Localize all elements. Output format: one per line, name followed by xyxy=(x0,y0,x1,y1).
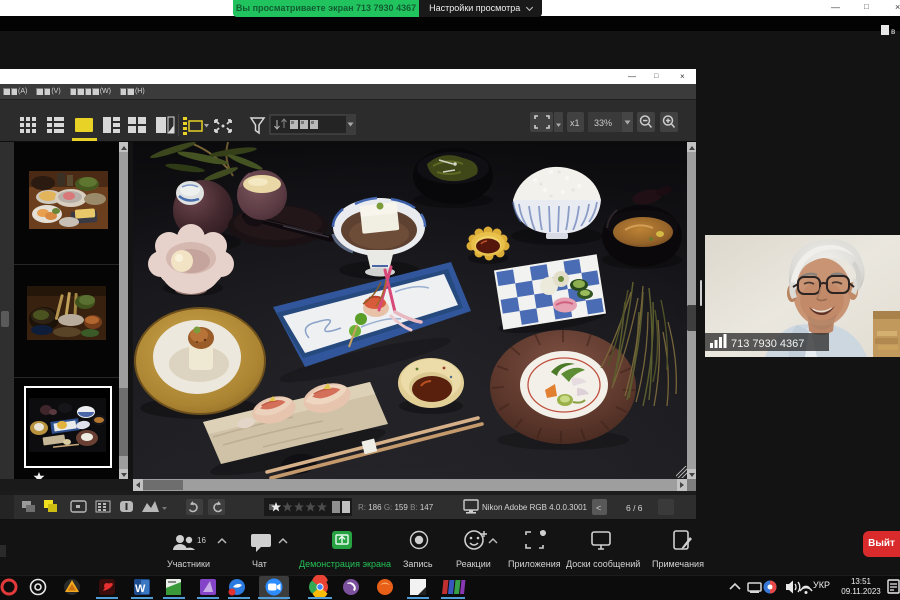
svg-text:Приложения: Приложения xyxy=(508,559,561,569)
svg-text:R: 186 G: 159 B: 147: R: 186 G: 159 B: 147 xyxy=(358,503,434,512)
svg-text:6 / 6: 6 / 6 xyxy=(626,503,643,513)
svg-text:Доски сообщений: Доски сообщений xyxy=(566,559,640,569)
svg-text:x1: x1 xyxy=(570,118,580,128)
svg-text:713 7930 4367: 713 7930 4367 xyxy=(731,338,804,350)
svg-text:Чат: Чат xyxy=(252,559,267,569)
svg-text:W: W xyxy=(135,583,146,595)
svg-text:Демонстрация экрана: Демонстрация экрана xyxy=(299,559,391,569)
svg-text:Реакции: Реакции xyxy=(456,559,491,569)
svg-text:16: 16 xyxy=(197,536,206,545)
svg-text:<: < xyxy=(596,503,601,513)
svg-text:33%: 33% xyxy=(594,118,612,128)
svg-text:Nikon Adobe RGB 4.0.0.3001: Nikon Adobe RGB 4.0.0.3001 xyxy=(482,503,588,512)
svg-text:Запись: Запись xyxy=(403,559,433,569)
svg-text:Примечания: Примечания xyxy=(652,559,704,569)
svg-text:Участники: Участники xyxy=(167,559,210,569)
